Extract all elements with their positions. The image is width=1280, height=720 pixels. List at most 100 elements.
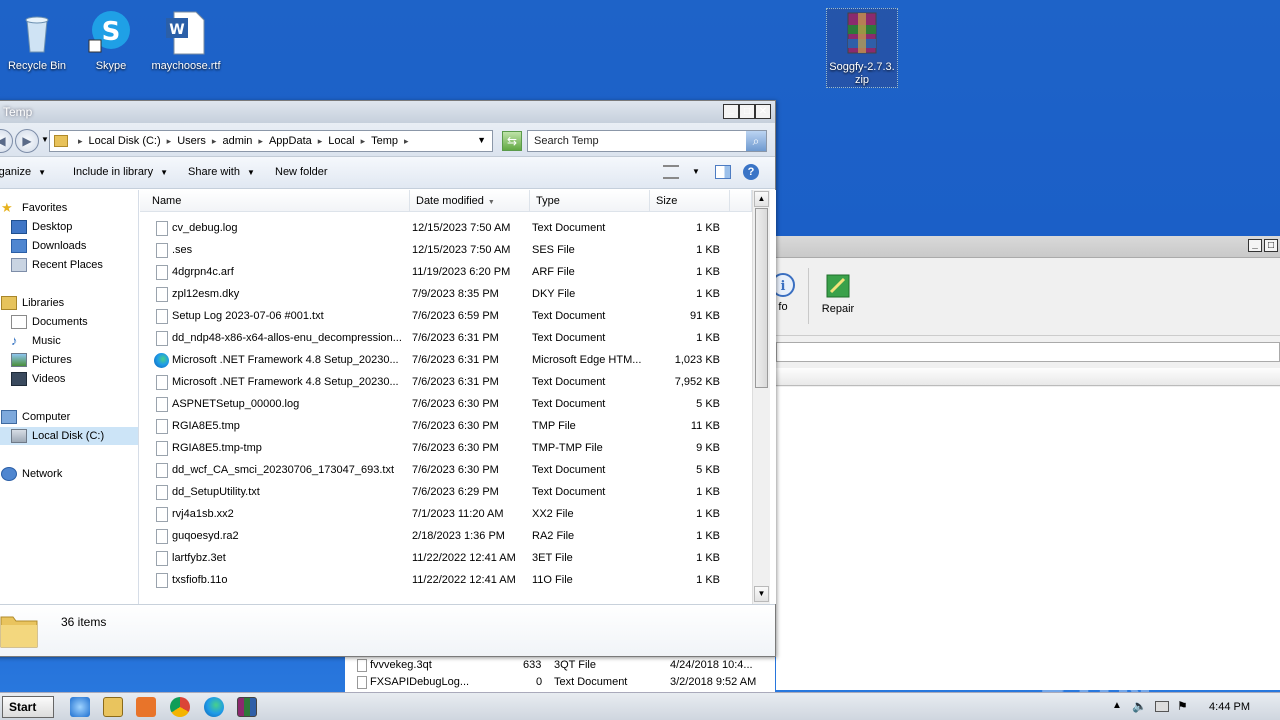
- breadcrumb-appdata[interactable]: AppData: [267, 135, 314, 147]
- nav-computer[interactable]: Computer: [1, 408, 70, 426]
- clock[interactable]: 4:44 PM: [1209, 701, 1250, 713]
- chrome-icon[interactable]: [170, 697, 190, 717]
- vertical-scrollbar[interactable]: ▲ ▼: [752, 190, 770, 604]
- maximize-button[interactable]: □: [739, 104, 755, 119]
- table-row[interactable]: dd_SetupUtility.txt 7/6/2023 6:29 PM Text …: [140, 482, 752, 504]
- breadcrumb-users[interactable]: Users: [175, 135, 208, 147]
- breadcrumb-admin[interactable]: admin: [220, 135, 254, 147]
- chevron-down-icon[interactable]: ▼: [692, 167, 700, 176]
- back-button[interactable]: ◀: [0, 129, 13, 153]
- column-header-name[interactable]: Name: [140, 190, 410, 212]
- action-center-icon[interactable]: ⚑: [1177, 699, 1188, 713]
- desktop-icon-skype[interactable]: S Skype: [72, 8, 150, 73]
- nav-videos[interactable]: Videos: [11, 370, 65, 388]
- table-row[interactable]: txsfiofb.11o 11/22/2022 12:41 AM 11O File 1…: [140, 570, 752, 592]
- scroll-up-button[interactable]: ▲: [754, 191, 769, 207]
- nav-documents[interactable]: Documents: [11, 313, 88, 331]
- list-item[interactable]: FXSAPIDebugLog... 0 Text Document 3/2/20…: [345, 674, 775, 691]
- file-size: 1 KB: [696, 486, 720, 498]
- breadcrumb-local-disk[interactable]: Local Disk (C:): [87, 135, 163, 147]
- file-type: XX2 File: [532, 508, 574, 520]
- table-row[interactable]: ASPNETSetup_00000.log 7/6/2023 6:30 PM Tex…: [140, 394, 752, 416]
- file-explorer-icon[interactable]: [103, 697, 123, 717]
- volume-icon[interactable]: 🔈: [1132, 699, 1147, 713]
- nav-network[interactable]: Network: [1, 465, 62, 483]
- show-hidden-icons-icon[interactable]: ▲: [1112, 700, 1122, 711]
- breadcrumb-temp[interactable]: Temp: [369, 135, 400, 147]
- maximize-button[interactable]: □: [1264, 239, 1278, 252]
- scroll-down-button[interactable]: ▼: [754, 586, 769, 602]
- desktop-icon-soggfy-zip[interactable]: Soggfy-2.7.3. zip: [826, 8, 898, 88]
- include-in-library-button[interactable]: Include in library ▼: [73, 166, 168, 178]
- repair-button[interactable]: Repair: [820, 272, 856, 322]
- address-bar[interactable]: ▸ Local Disk (C:) ▸ Users ▸ admin ▸ AppD…: [49, 130, 493, 152]
- help-icon[interactable]: ?: [743, 164, 759, 180]
- organize-button[interactable]: rganize ▼: [0, 166, 46, 178]
- nav-recent-places[interactable]: Recent Places: [11, 256, 103, 274]
- search-input[interactable]: Search Temp ⌕: [527, 130, 767, 152]
- table-row[interactable]: zpl12esm.dky 7/9/2023 8:35 PM DKY File 1 KB: [140, 284, 752, 306]
- list-item[interactable]: fvvvekeg.3qt 633 3QT File 4/24/2018 10:4…: [345, 657, 775, 674]
- desktop-icon-recycle-bin[interactable]: Recycle Bin: [0, 8, 76, 73]
- table-row[interactable]: rvj4a1sb.xx2 7/1/2023 11:20 AM XX2 File 1 K…: [140, 504, 752, 526]
- start-button[interactable]: Start: [2, 696, 54, 718]
- nav-pictures[interactable]: Pictures: [11, 351, 72, 369]
- file-name: RGIA8E5.tmp-tmp: [172, 442, 262, 454]
- table-row[interactable]: cv_debug.log 12/15/2023 7:50 AM Text Docum…: [140, 218, 752, 240]
- nav-downloads[interactable]: Downloads: [11, 237, 86, 255]
- file-size: 1,023 KB: [674, 354, 720, 366]
- nav-music[interactable]: ♪ Music: [11, 332, 61, 350]
- nav-favorites[interactable]: ★ Favorites: [1, 199, 67, 217]
- winrar-icon[interactable]: [237, 697, 257, 717]
- svg-text:i: i: [781, 279, 786, 294]
- file-name: fvvvekeg.3qt: [370, 659, 432, 671]
- view-options-icon[interactable]: [663, 165, 679, 179]
- file-type: RA2 File: [532, 530, 575, 542]
- scroll-thumb[interactable]: [755, 208, 768, 388]
- table-row[interactable]: RGIA8E5.tmp-tmp 7/6/2023 6:30 PM TMP-TMP F…: [140, 438, 752, 460]
- forward-button[interactable]: ▶: [15, 129, 39, 153]
- internet-explorer-icon[interactable]: [70, 697, 90, 717]
- search-icon[interactable]: ⌕: [746, 131, 766, 151]
- table-row[interactable]: dd_ndp48-x86-x64-allos-enu_decompression…: [140, 328, 752, 350]
- table-row[interactable]: guqoesyd.ra2 2/18/2023 1:36 PM RA2 File 1 K…: [140, 526, 752, 548]
- column-header-date[interactable]: Date modified ▼: [410, 190, 530, 212]
- close-button[interactable]: ✕: [755, 104, 771, 119]
- file-type: 3ET File: [532, 552, 573, 564]
- file-icon: [156, 573, 168, 588]
- table-row[interactable]: lartfybz.3et 11/22/2022 12:41 AM 3ET File 1…: [140, 548, 752, 570]
- recent-pages-dropdown[interactable]: ▼: [41, 135, 49, 144]
- file-icon: [156, 265, 168, 280]
- refresh-button[interactable]: ⇆: [502, 131, 522, 151]
- column-header-size[interactable]: Size: [650, 190, 730, 212]
- nav-desktop[interactable]: Desktop: [11, 218, 72, 236]
- table-row[interactable]: 4dgrpn4c.arf 11/19/2023 6:20 PM ARF File 1 …: [140, 262, 752, 284]
- minimize-button[interactable]: _: [723, 104, 739, 119]
- table-row[interactable]: dd_wcf_CA_smci_20230706_173047_693.txt 7/…: [140, 460, 752, 482]
- background-address-field[interactable]: [776, 342, 1280, 362]
- new-folder-button[interactable]: New folder: [275, 166, 328, 178]
- preview-pane-icon[interactable]: [715, 165, 731, 179]
- minimize-button[interactable]: _: [1248, 239, 1262, 252]
- nav-libraries[interactable]: Libraries: [1, 294, 64, 312]
- table-row[interactable]: Microsoft .NET Framework 4.8 Setup_20230…: [140, 350, 752, 372]
- chevron-right-icon: ▸: [166, 135, 172, 146]
- network-tray-icon[interactable]: [1155, 701, 1169, 712]
- table-row[interactable]: Setup Log 2023-07-06 #001.txt 7/6/2023 6:…: [140, 306, 752, 328]
- nav-local-disk[interactable]: Local Disk (C:): [0, 427, 138, 445]
- edge-icon[interactable]: [204, 697, 224, 717]
- window-titlebar[interactable]: Temp _ □ ✕: [0, 101, 775, 123]
- breadcrumb-local[interactable]: Local: [326, 135, 356, 147]
- share-with-button[interactable]: Share with ▼: [188, 166, 255, 178]
- address-dropdown-icon[interactable]: ▼: [477, 135, 486, 145]
- table-row[interactable]: RGIA8E5.tmp 7/6/2023 6:30 PM TMP File 11 KB: [140, 416, 752, 438]
- column-header-type[interactable]: Type: [530, 190, 650, 212]
- media-player-icon[interactable]: [136, 697, 156, 717]
- table-row[interactable]: Microsoft .NET Framework 4.8 Setup_20230…: [140, 372, 752, 394]
- pictures-icon: [11, 353, 27, 367]
- nav-label: Downloads: [32, 240, 87, 252]
- nav-label: Local Disk (C:): [32, 430, 105, 442]
- table-row[interactable]: .ses 12/15/2023 7:50 AM SES File 1 KB: [140, 240, 752, 262]
- desktop-icon-maychoose[interactable]: W maychoose.rtf: [147, 8, 225, 73]
- file-type: Text Document: [532, 376, 606, 388]
